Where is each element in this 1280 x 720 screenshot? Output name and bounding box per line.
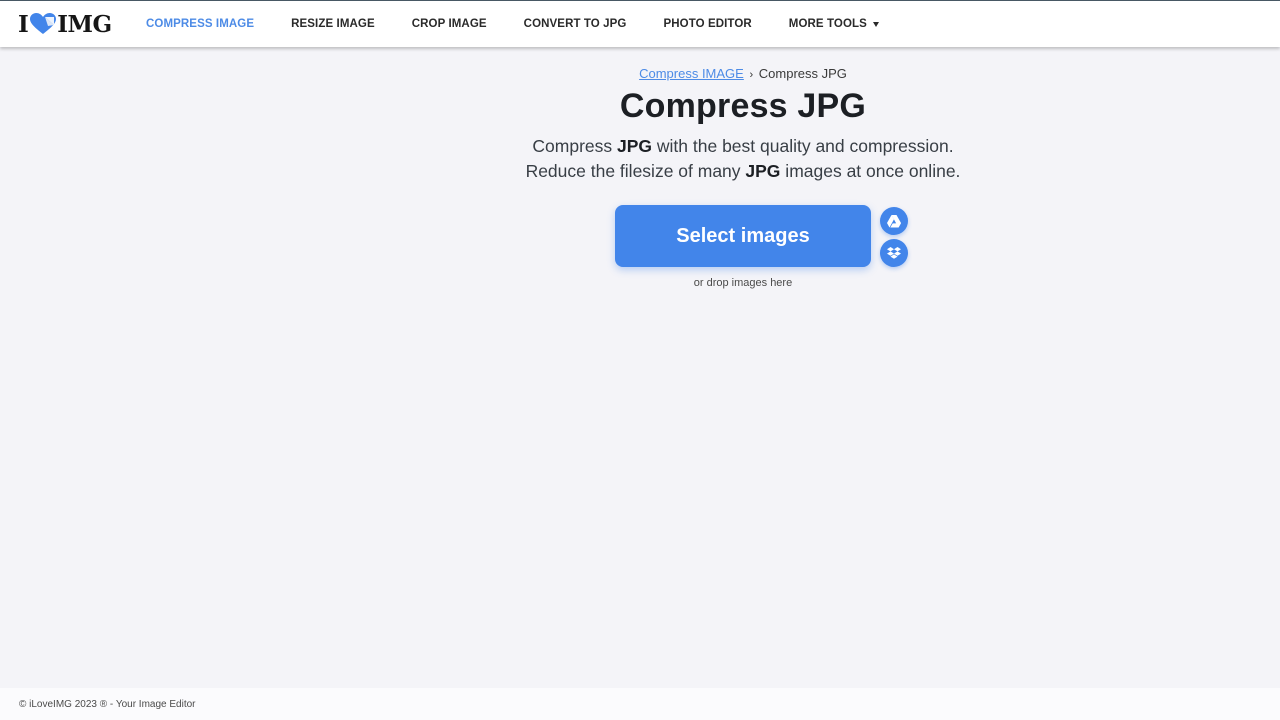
main-content: Compress IMAGE › Compress JPG Compress J…: [0, 47, 1280, 688]
nav-label: MORE TOOLS: [788, 18, 867, 30]
nav-label: RESIZE IMAGE: [291, 18, 375, 30]
nav-compress-image[interactable]: COMPRESS IMAGE: [146, 18, 254, 30]
nav-resize-image[interactable]: RESIZE IMAGE: [291, 18, 375, 30]
main-nav: COMPRESS IMAGE RESIZE IMAGE CROP IMAGE C…: [146, 18, 916, 30]
subtitle-text: Compress: [532, 136, 617, 156]
site-header: I IMG COMPRESS IMAGE RESIZE IMAGE CROP I…: [0, 1, 1280, 47]
subtitle-bold: JPG: [617, 136, 653, 156]
google-drive-icon: [887, 214, 901, 227]
page-subtitle: Compress JPG with the best quality and c…: [0, 134, 1280, 184]
dropbox-button[interactable]: [880, 239, 908, 267]
drop-hint: or drop images here: [693, 277, 793, 289]
nav-convert-to-jpg[interactable]: CONVERT TO JPG: [524, 18, 627, 30]
breadcrumb-parent-link[interactable]: Compress IMAGE: [639, 66, 744, 81]
page-title: Compress JPG: [619, 87, 867, 125]
subtitle-line-1: Compress JPG with the best quality and c…: [0, 134, 1280, 159]
breadcrumb-separator-icon: ›: [749, 69, 754, 81]
select-images-button[interactable]: Select images: [615, 205, 871, 267]
google-drive-button[interactable]: [880, 207, 908, 235]
nav-more-tools[interactable]: MORE TOOLS: [789, 18, 879, 30]
subtitle-text: Reduce the filesize of many: [525, 161, 746, 181]
nav-label: CROP IMAGE: [411, 18, 487, 30]
footer-copyright: © iLoveIMG 2023 ® - Your Image Editor: [19, 698, 196, 710]
breadcrumb: Compress IMAGE › Compress JPG: [0, 66, 1280, 81]
dropbox-icon: [887, 246, 901, 259]
caret-down-icon: [872, 21, 879, 27]
subtitle-line-2: Reduce the filesize of many JPG images a…: [0, 159, 1280, 184]
subtitle-text: images at once online.: [780, 161, 961, 181]
nav-label: PHOTO EDITOR: [663, 18, 752, 30]
site-footer: © iLoveIMG 2023 ® - Your Image Editor: [0, 688, 1280, 720]
nav-photo-editor[interactable]: PHOTO EDITOR: [663, 18, 751, 30]
logo-text-img: IMG: [57, 10, 112, 38]
nav-crop-image[interactable]: CROP IMAGE: [412, 18, 487, 30]
subtitle-text: with the best quality and compression.: [652, 136, 954, 156]
subtitle-bold: JPG: [745, 161, 781, 181]
logo[interactable]: I IMG: [18, 9, 128, 39]
breadcrumb-current: Compress JPG: [758, 66, 847, 81]
nav-label: CONVERT TO JPG: [523, 18, 627, 30]
logo-text-i: I: [18, 10, 29, 38]
nav-label: COMPRESS IMAGE: [146, 18, 255, 30]
heart-icon: [30, 13, 57, 34]
